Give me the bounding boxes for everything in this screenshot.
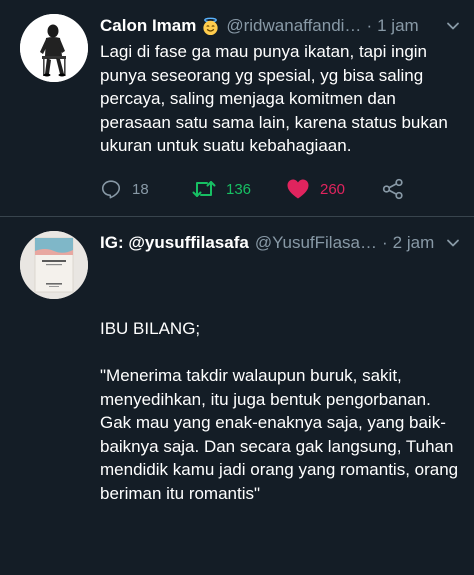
user-handle[interactable]: @ridwanaffandi… [226,16,361,36]
tweet-text: Lagi di fase ga mau punya ikatan, tapi i… [100,42,453,155]
separator-dot: · [381,233,388,252]
timestamp[interactable]: 1 jam [377,16,419,36]
separator-dot: · [366,16,373,35]
reply-icon [101,180,121,199]
book-cover-avatar-image [20,231,88,299]
display-name[interactable]: IG: @yusuffilasafa [100,233,249,253]
tweet[interactable]: Calon Imam @ridwanaffandi… · 1 jam Lagi … [0,0,474,217]
user-handle[interactable]: @YusufFilasa… [255,233,377,253]
retweet-count: 136 [226,180,252,198]
retweet-icon [192,181,216,197]
like-button[interactable]: 260 [286,176,345,202]
book-title [42,260,66,262]
tweet[interactable]: IG: @yusuffilasafa @YusufFilasa… · 2 jam… [0,217,474,575]
heart-icon [287,179,309,199]
tweet-header: Calon Imam @ridwanaffandi… · 1 jam [100,14,460,38]
tweet-text: IBU BILANG; "Menerima takdir walaupun bu… [100,319,459,503]
person-sitting-avatar-image [20,14,88,82]
share-icon [382,178,403,200]
display-name[interactable]: Calon Imam [100,16,196,36]
chevron-down-icon[interactable] [446,235,460,255]
timestamp[interactable]: 2 jam [393,233,435,253]
like-count: 260 [320,180,346,198]
book-author [46,283,62,285]
tweet-actions: 18 136 260 [100,176,410,202]
retweet-button[interactable]: 136 [192,176,251,202]
avatar[interactable] [20,231,88,299]
avatar[interactable] [20,14,88,82]
tweet-header: IG: @yusuffilasafa @YusufFilasa… · 2 jam [100,231,460,255]
reply-count: 18 [132,180,149,198]
reply-button[interactable]: 18 [100,176,149,202]
share-button[interactable] [382,176,404,202]
chevron-down-icon[interactable] [446,18,460,38]
halo-emoji-icon [201,17,220,36]
